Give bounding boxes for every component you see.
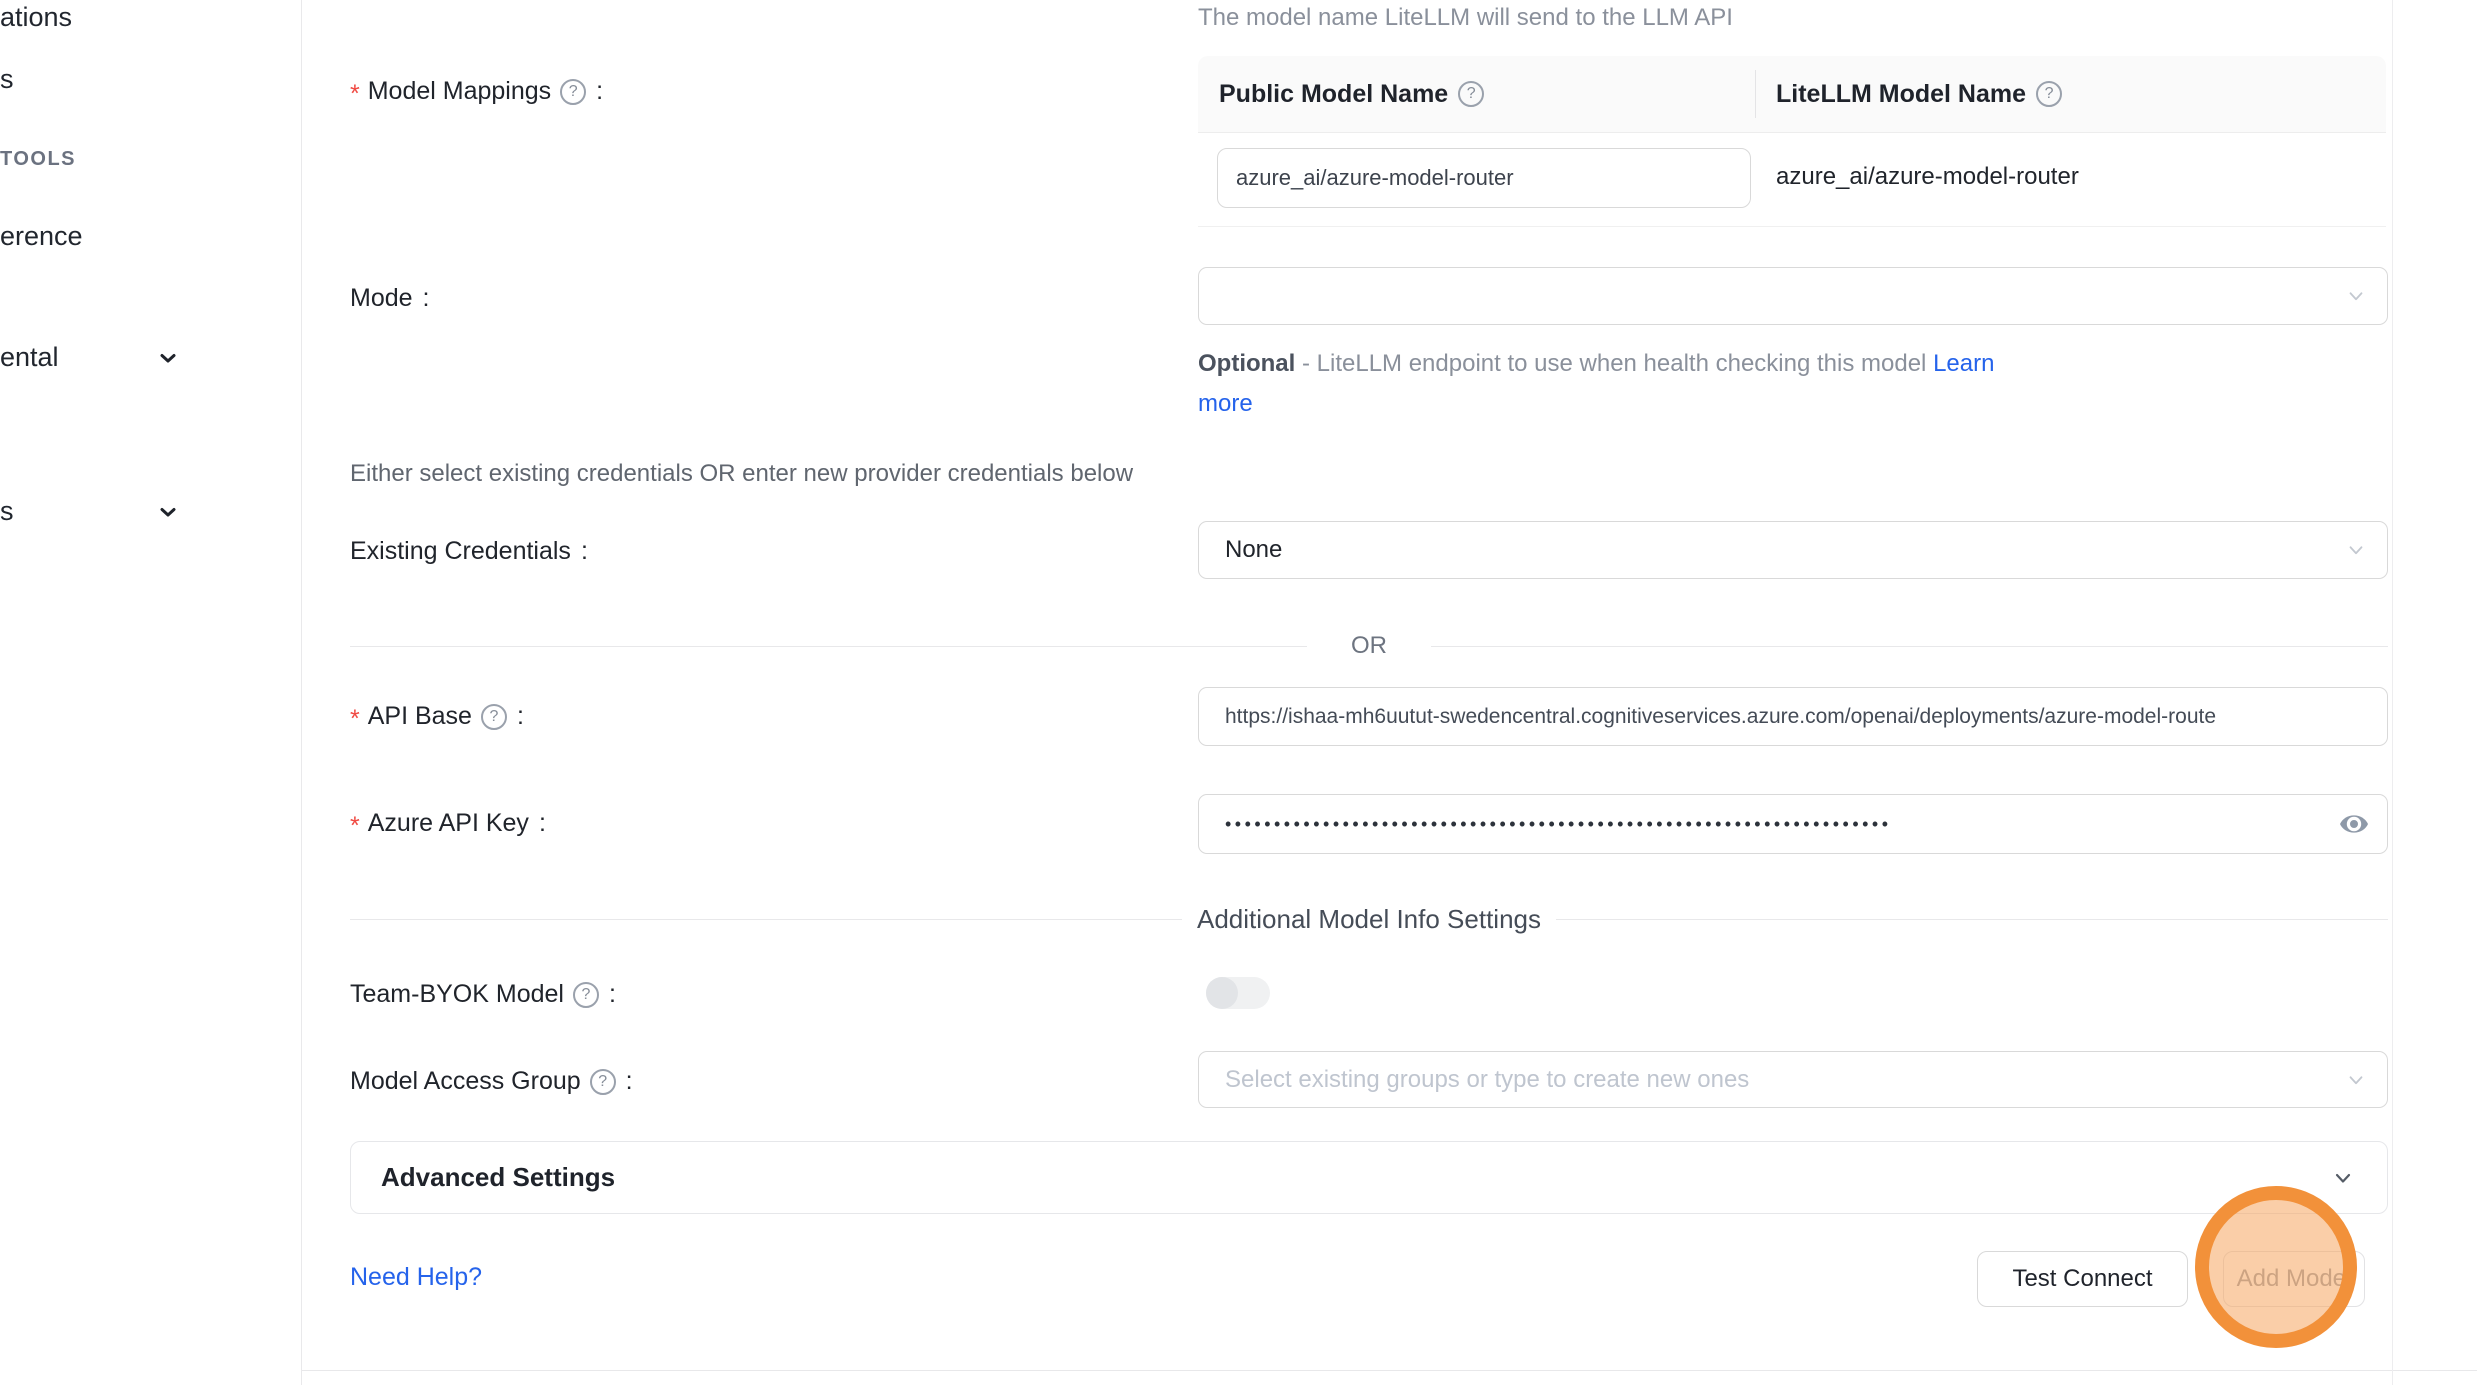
need-help-link[interactable]: Need Help? [350,1263,482,1292]
api-base-label: * API Base ? : [350,702,524,731]
litellm-model-name-value: azure_ai/azure-model-router [1776,163,2079,191]
required-marker: * [350,80,360,109]
help-icon[interactable]: ? [481,704,507,730]
help-icon[interactable]: ? [560,79,586,105]
label-colon: : [626,1067,633,1096]
label-text: API Base [368,702,472,731]
label-colon: : [517,702,524,731]
add-model-form: The model name LiteLLM will send to the … [302,0,2392,1385]
column-header-label: LiteLLM Model Name [1776,80,2026,109]
model-access-group-placeholder: Select existing groups or type to create… [1225,1066,1749,1094]
content-bottom-border [302,1370,2477,1371]
advanced-settings-panel[interactable]: Advanced Settings [350,1141,2388,1214]
sidebar-section-label: TOOLS [0,148,76,170]
model-access-group-select[interactable]: Select existing groups or type to create… [1198,1051,2388,1108]
divider-line [1556,919,2388,920]
help-body: - LiteLLM endpoint to use when health ch… [1302,350,1926,377]
label-colon: : [596,77,603,106]
column-divider [1755,70,1756,118]
team-byok-label: Team-BYOK Model ? : [350,980,616,1009]
sidebar-item-label: ations [0,2,72,32]
azure-api-key-masked-value: ••••••••••••••••••••••••••••••••••••••••… [1225,814,1932,835]
existing-credentials-label: Existing Credentials : [350,537,588,566]
eye-icon [2338,808,2370,840]
mode-help-text: Optional - LiteLLM endpoint to use when … [1198,344,2013,424]
divider-line [1431,646,2388,647]
chevron-down-icon [2331,1166,2355,1190]
chevron-down-icon[interactable] [156,500,180,524]
add-model-page: ations s TOOLS erence ental s The model … [0,0,2477,1385]
chevron-down-icon [2345,285,2367,307]
or-divider: OR [350,632,2388,660]
sidebar-item-label: ental [0,342,59,372]
api-base-input[interactable]: https://ishaa-mh6uutut-swedencentral.cog… [1198,687,2388,746]
add-model-button[interactable]: Add Model [2223,1251,2365,1307]
help-icon[interactable]: ? [2036,81,2062,107]
chevron-down-icon [2345,1069,2367,1091]
column-header-label: Public Model Name [1219,80,1448,109]
sidebar-item-label: erence [0,221,83,251]
advanced-settings-title: Advanced Settings [381,1162,615,1193]
additional-info-divider-label: Additional Model Info Settings [1182,904,1556,935]
azure-api-key-input[interactable]: ••••••••••••••••••••••••••••••••••••••••… [1198,794,2388,854]
model-mappings-label: * Model Mappings ? : [350,77,603,106]
sidebar-item-reference[interactable]: erence [0,221,83,252]
model-access-group-label: Model Access Group ? : [350,1067,633,1096]
existing-credentials-value: None [1225,536,1282,564]
public-model-name-header: Public Model Name ? [1198,80,1755,109]
label-text: Existing Credentials [350,537,571,566]
content-right-border [2392,0,2393,1385]
label-colon: : [609,980,616,1009]
sidebar-item-label: s [0,64,14,94]
test-connect-button[interactable]: Test Connect [1977,1251,2188,1307]
model-mappings-table: Public Model Name ? LiteLLM Model Name ?… [1198,56,2386,227]
sidebar-item[interactable]: s [0,64,14,95]
chevron-down-icon [2345,539,2367,561]
existing-credentials-select[interactable]: None [1198,521,2388,579]
label-colon: : [539,809,546,838]
sidebar-section-tools: TOOLS [0,148,76,171]
label-colon: : [423,284,430,313]
sidebar-item-settings[interactable]: s [0,496,14,527]
model-name-help-text: The model name LiteLLM will send to the … [1198,4,1733,32]
table-header-row: Public Model Name ? LiteLLM Model Name ? [1198,56,2386,133]
label-colon: : [581,537,588,566]
chevron-down-icon[interactable] [156,346,180,370]
toggle-password-visibility-button[interactable] [2337,807,2371,841]
toggle-knob [1206,977,1238,1009]
required-marker: * [350,705,360,734]
sidebar: ations s TOOLS erence ental s [0,0,302,1385]
sidebar-item-experimental[interactable]: ental [0,342,59,373]
mode-select[interactable] [1198,267,2388,325]
label-text: Model Access Group [350,1067,581,1096]
azure-api-key-label: * Azure API Key : [350,809,546,838]
required-marker: * [350,812,360,841]
or-divider-label: OR [1307,632,1431,660]
label-text: Model Mappings [368,77,551,106]
public-model-name-input[interactable] [1217,148,1751,208]
button-label: Add Model [2237,1265,2352,1293]
sidebar-item-label: s [0,496,14,526]
litellm-model-name-header: LiteLLM Model Name ? [1755,80,2062,109]
label-text: Mode [350,284,413,313]
additional-info-divider: Additional Model Info Settings [350,904,2388,935]
divider-line [350,919,1182,920]
mode-label: Mode : [350,284,430,313]
label-text: Team-BYOK Model [350,980,564,1009]
api-base-value: https://ishaa-mh6uutut-swedencentral.cog… [1225,705,2361,729]
button-label: Test Connect [2012,1265,2152,1293]
help-icon[interactable]: ? [590,1069,616,1095]
help-icon[interactable]: ? [573,982,599,1008]
help-icon[interactable]: ? [1458,81,1484,107]
credentials-note: Either select existing credentials OR en… [350,460,1133,488]
team-byok-toggle[interactable] [1206,977,1270,1009]
sidebar-item-organizations[interactable]: ations [0,2,72,33]
divider-line [350,646,1307,647]
label-text: Azure API Key [368,809,529,838]
help-prefix: Optional [1198,350,1295,377]
table-row: azure_ai/azure-model-router [1198,133,2386,227]
